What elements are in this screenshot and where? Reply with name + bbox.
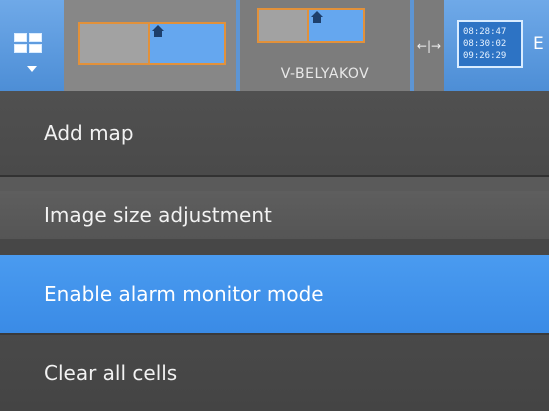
- resize-splitter-icon[interactable]: ←|→: [414, 0, 444, 91]
- home-icon: [311, 11, 323, 23]
- chevron-down-icon: [27, 66, 37, 72]
- menu-item-add-map[interactable]: Add map: [0, 91, 549, 175]
- menu-item-label: Clear all cells: [44, 361, 178, 385]
- clock-line: 08:30:02: [463, 39, 507, 49]
- menu-item-label: Image size adjustment: [44, 203, 272, 227]
- home-icon: [152, 25, 164, 37]
- layout-thumbnail-current[interactable]: V-BELYAKOV: [236, 0, 414, 91]
- layout-menu-button[interactable]: [0, 0, 64, 91]
- clock-icon: 08:28:47 08:30:02 09:26:29: [457, 20, 523, 68]
- layout-context-menu: Add map Image size adjustment Enable ala…: [0, 91, 549, 411]
- menu-item-label: Add map: [44, 121, 134, 145]
- layout-preview: [257, 8, 365, 43]
- layout-name-label: V-BELYAKOV: [280, 66, 370, 82]
- clock-layout-button[interactable]: 08:28:47 08:30:02 09:26:29 E: [444, 0, 549, 91]
- layout-grid-icon: [14, 33, 42, 54]
- layout-toolbar: V-BELYAKOV ←|→ 08:28:47 08:30:02 09:26:2…: [0, 0, 549, 91]
- menu-item-label: Enable alarm monitor mode: [44, 282, 324, 306]
- menu-divider: [0, 177, 549, 191]
- clock-line: 08:28:47: [463, 27, 507, 37]
- menu-divider: [0, 239, 549, 255]
- menu-item-image-size-adjustment[interactable]: Image size adjustment: [0, 191, 549, 239]
- layout-preview: [78, 22, 226, 65]
- layout-thumbnail-1[interactable]: [64, 0, 236, 91]
- menu-item-enable-alarm-monitor-mode[interactable]: Enable alarm monitor mode: [0, 255, 549, 333]
- menu-item-clear-all-cells[interactable]: Clear all cells: [0, 335, 549, 411]
- clock-layout-label: E: [533, 34, 544, 54]
- clock-line: 09:26:29: [463, 51, 507, 61]
